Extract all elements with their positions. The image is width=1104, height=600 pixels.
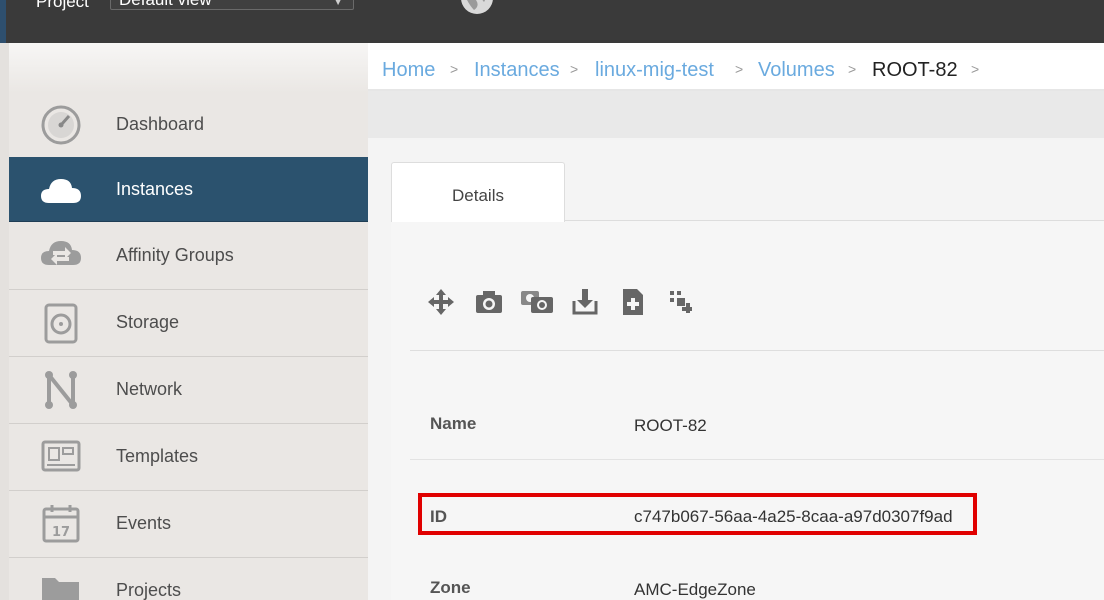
sidebar-item-network[interactable]: Network bbox=[9, 357, 368, 424]
name-label: Name bbox=[430, 414, 477, 433]
sidebar-item-label: Network bbox=[116, 379, 183, 399]
sidebar-item-affinity-groups[interactable]: Affinity Groups bbox=[9, 223, 368, 290]
cloud-sync-icon bbox=[41, 241, 81, 265]
name-value: ROOT-82 bbox=[634, 416, 707, 435]
breadcrumb-instances[interactable]: Instances bbox=[474, 58, 560, 82]
breadcrumb-separator: > bbox=[735, 61, 744, 77]
project-label: Project bbox=[36, 0, 89, 11]
zone-value: AMC-EdgeZone bbox=[634, 580, 756, 599]
add-document-icon[interactable] bbox=[618, 287, 648, 317]
sidebar-item-label: Templates bbox=[116, 446, 199, 466]
sidebar-item-label: Events bbox=[116, 513, 172, 533]
id-highlight-box bbox=[418, 493, 977, 535]
project-select[interactable]: Default view ▼ bbox=[110, 0, 354, 10]
sidebar-item-label: Affinity Groups bbox=[116, 245, 234, 265]
top-header: Project Default view ▼ bbox=[0, 0, 1104, 43]
download-icon[interactable] bbox=[570, 287, 600, 317]
tab-bar-line bbox=[565, 220, 1104, 221]
sidebar-left-border bbox=[0, 43, 9, 600]
tab-details[interactable]: Details bbox=[391, 162, 565, 222]
sidebar-item-events[interactable]: 17 Events bbox=[9, 491, 368, 558]
template-icon bbox=[41, 440, 81, 472]
sidebar-item-label: Projects bbox=[116, 580, 182, 600]
breadcrumb-volumes[interactable]: Volumes bbox=[758, 58, 835, 82]
breadcrumb-instance[interactable]: linux-mig-test bbox=[595, 58, 714, 82]
calendar-icon: 17 bbox=[42, 505, 80, 543]
move-icon[interactable] bbox=[426, 287, 456, 317]
project-select-value: Default view bbox=[119, 0, 212, 9]
resize-icon[interactable] bbox=[666, 287, 696, 317]
breadcrumb-separator: > bbox=[450, 61, 459, 77]
breadcrumb-separator: > bbox=[971, 61, 980, 77]
zone-label: Zone bbox=[430, 578, 471, 597]
sidebar-item-label: Dashboard bbox=[116, 114, 205, 134]
sidebar-item-dashboard[interactable]: Dashboard bbox=[9, 92, 368, 159]
gauge-icon bbox=[41, 105, 81, 145]
breadcrumb-home[interactable]: Home bbox=[382, 58, 435, 82]
row-divider bbox=[410, 459, 1104, 460]
sidebar-item-projects[interactable]: Projects bbox=[9, 558, 368, 600]
network-icon bbox=[45, 371, 77, 409]
breadcrumb-separator: > bbox=[848, 61, 857, 77]
breadcrumb: Home > Instances > linux-mig-test > Volu… bbox=[368, 43, 1104, 89]
globe-icon[interactable] bbox=[460, 0, 494, 16]
hard-disk-icon bbox=[44, 303, 78, 344]
cloud-icon bbox=[41, 179, 81, 203]
sidebar-item-label: Storage bbox=[116, 312, 180, 332]
breadcrumb-separator: > bbox=[570, 61, 579, 77]
svg-text:17: 17 bbox=[52, 525, 70, 540]
app-root: Project Default view ▼ Dashboard Instanc… bbox=[0, 0, 1104, 600]
camera-icon[interactable] bbox=[474, 287, 504, 317]
header-edge bbox=[0, 0, 6, 43]
chevron-down-icon: ▼ bbox=[333, 0, 343, 8]
sidebar-top-shade bbox=[9, 43, 368, 93]
sidebar-item-instances[interactable]: Instances bbox=[9, 157, 368, 222]
actions-divider bbox=[410, 350, 1104, 351]
toolbar-strip bbox=[368, 91, 1104, 138]
sidebar-item-storage[interactable]: Storage bbox=[9, 290, 368, 357]
folder-icon bbox=[42, 578, 79, 600]
details-panel bbox=[391, 221, 1104, 600]
sidebar-item-templates[interactable]: Templates bbox=[9, 424, 368, 491]
breadcrumb-current: ROOT-82 bbox=[872, 59, 958, 81]
sidebar-item-label: Instances bbox=[116, 179, 194, 199]
recurring-snapshot-icon[interactable] bbox=[520, 287, 554, 317]
